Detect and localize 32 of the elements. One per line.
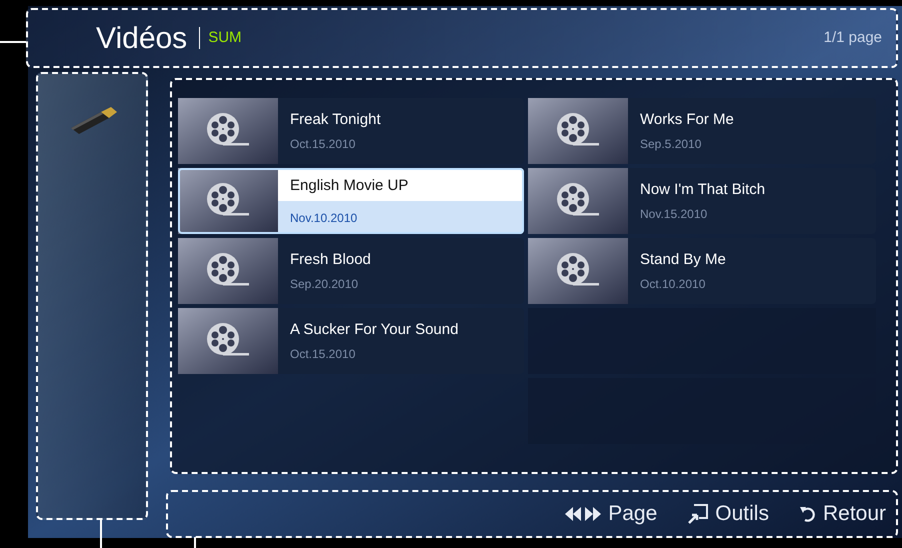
video-title: Stand By Me <box>640 250 726 270</box>
source-label: SUM <box>199 26 242 50</box>
leader-line <box>0 41 26 43</box>
video-item[interactable]: Works For Me Sep.5.2010 <box>528 98 876 164</box>
video-item[interactable]: English Movie UP Nov.10.2010 <box>178 168 524 234</box>
footer-button[interactable]: Page <box>564 498 658 530</box>
page-indicator: 1/1 page <box>824 28 882 48</box>
video-item[interactable]: Fresh Blood Sep.20.2010 <box>178 238 524 304</box>
page-title: Vidéos <box>96 20 188 56</box>
video-item[interactable]: A Sucker For Your Sound Oct.15.2010 <box>178 308 524 374</box>
video-title: Now I'm That Bitch <box>640 180 766 200</box>
return-icon <box>798 505 817 523</box>
video-date: Sep.20.2010 <box>290 276 360 294</box>
tools-icon <box>687 503 710 525</box>
video-item[interactable]: Stand By Me Oct.10.2010 <box>528 238 876 304</box>
video-item[interactable]: Now I'm That Bitch Nov.15.2010 <box>528 168 876 234</box>
video-date: Sep.5.2010 <box>640 136 702 154</box>
rewind-forward-icon <box>564 506 602 522</box>
video-date: Nov.10.2010 <box>290 210 358 228</box>
video-item[interactable]: Freak Tonight Oct.15.2010 <box>178 98 524 164</box>
video-date: Oct.15.2010 <box>290 136 356 154</box>
leader-line <box>100 520 102 548</box>
video-title: English Movie UP <box>290 176 408 196</box>
footer-button[interactable]: Outils <box>687 498 769 530</box>
video-title: Fresh Blood <box>290 250 371 270</box>
video-date: Oct.15.2010 <box>290 346 356 364</box>
footer-button[interactable]: Retour <box>798 498 886 530</box>
video-title: A Sucker For Your Sound <box>290 320 458 340</box>
video-title: Freak Tonight <box>290 110 381 130</box>
video-date: Nov.15.2010 <box>640 206 708 224</box>
video-date: Oct.10.2010 <box>640 276 706 294</box>
video-title: Works For Me <box>640 110 734 130</box>
